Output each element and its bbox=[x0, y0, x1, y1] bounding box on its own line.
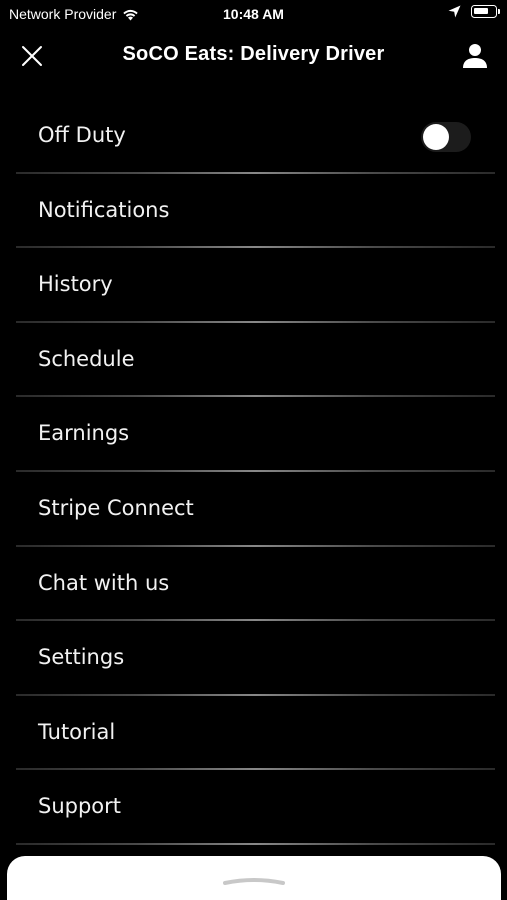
menu-item-earnings[interactable]: Earnings bbox=[16, 397, 495, 472]
side-menu: Off Duty Notifications History Schedule … bbox=[16, 99, 495, 845]
toggle-knob bbox=[423, 124, 449, 150]
menu-item-notifications[interactable]: Notifications bbox=[16, 174, 495, 249]
menu-item-stripe-connect[interactable]: Stripe Connect bbox=[16, 472, 495, 547]
page-title: SoCO Eats: Delivery Driver bbox=[122, 43, 385, 65]
menu-item-label: Settings bbox=[38, 645, 125, 670]
menu-item-label: Support bbox=[38, 794, 122, 819]
bottom-sheet[interactable] bbox=[7, 856, 501, 900]
menu-item-label: Chat with us bbox=[38, 570, 170, 595]
menu-item-duty-status: Off Duty bbox=[16, 99, 495, 174]
menu-item-label: Schedule bbox=[38, 346, 135, 371]
menu-item-label: History bbox=[38, 272, 113, 297]
menu-item-schedule[interactable]: Schedule bbox=[16, 323, 495, 398]
menu-item-history[interactable]: History bbox=[16, 248, 495, 323]
person-icon bbox=[463, 44, 487, 68]
header: SoCO Eats: Delivery Driver bbox=[0, 30, 507, 82]
menu-item-label: Notifications bbox=[38, 197, 170, 222]
location-arrow-icon bbox=[448, 5, 461, 18]
divider bbox=[16, 842, 495, 845]
menu-item-label: Tutorial bbox=[38, 719, 116, 744]
battery-icon bbox=[471, 5, 500, 18]
profile-button[interactable] bbox=[460, 41, 490, 71]
status-time: 10:48 AM bbox=[223, 6, 284, 22]
menu-item-label: Earnings bbox=[38, 421, 130, 446]
menu-item-settings[interactable]: Settings bbox=[16, 621, 495, 696]
menu-item-support[interactable]: Support bbox=[16, 770, 495, 845]
status-bar: Network Provider 10:48 AM bbox=[0, 0, 507, 28]
menu-item-label: Stripe Connect bbox=[38, 495, 194, 520]
screen: Network Provider 10:48 AM SoCO Eats: Del… bbox=[0, 0, 507, 900]
menu-item-chat[interactable]: Chat with us bbox=[16, 547, 495, 622]
duty-toggle[interactable] bbox=[421, 122, 471, 152]
duty-status-label: Off Duty bbox=[38, 123, 126, 147]
menu-item-tutorial[interactable]: Tutorial bbox=[16, 696, 495, 771]
status-right bbox=[448, 5, 500, 18]
drag-handle[interactable] bbox=[222, 876, 286, 886]
